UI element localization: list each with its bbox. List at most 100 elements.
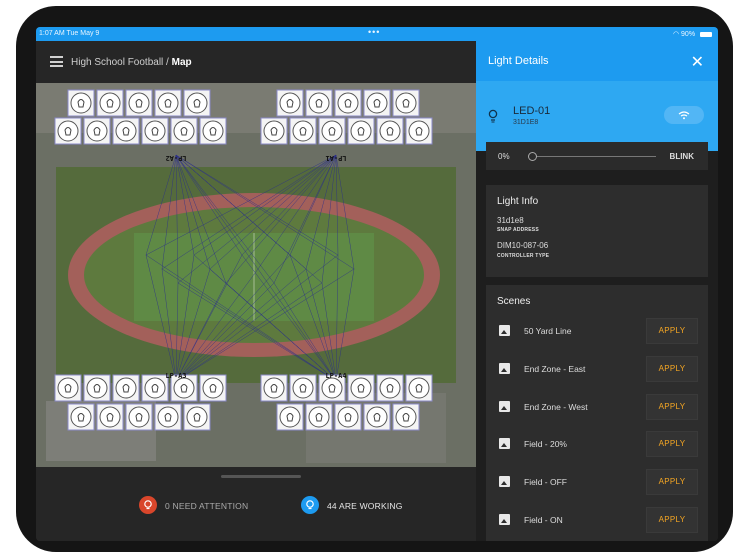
apply-button[interactable]: APPLY	[646, 394, 698, 420]
light-fixture[interactable]	[112, 374, 140, 402]
light-fixture[interactable]	[141, 117, 169, 145]
light-fixture[interactable]	[112, 117, 140, 145]
light-fixture[interactable]	[392, 403, 420, 431]
light-fixture[interactable]	[260, 374, 288, 402]
scene-label: End Zone - East	[524, 364, 586, 374]
light-fixture[interactable]	[376, 374, 404, 402]
light-fixture[interactable]	[54, 117, 82, 145]
image-icon	[499, 438, 510, 449]
scene-label: End Zone - West	[524, 402, 588, 412]
light-fixture[interactable]	[289, 374, 317, 402]
pole-label: LP-A2	[165, 154, 186, 162]
close-icon[interactable]: ✕	[691, 52, 704, 72]
pole-label: LP-A3	[165, 372, 186, 380]
panel-title: Light Details	[488, 55, 549, 67]
light-info-title: Light Info	[497, 196, 539, 207]
light-id: 31D1E8	[513, 119, 539, 126]
light-fixture[interactable]	[405, 374, 433, 402]
app-bar: High School Football / Map	[36, 41, 476, 83]
light-fixture[interactable]	[405, 117, 433, 145]
breadcrumb-current: Map	[171, 57, 192, 68]
slider-thumb[interactable]	[528, 152, 537, 161]
light-name: LED-01	[513, 105, 551, 117]
light-fixture[interactable]	[376, 117, 404, 145]
apply-button[interactable]: APPLY	[646, 469, 698, 495]
panel-header: Light Details ✕	[476, 41, 718, 81]
light-fixture[interactable]	[305, 403, 333, 431]
light-fixture[interactable]	[318, 117, 346, 145]
multitask-dots[interactable]: •••	[368, 27, 380, 37]
battery-percent: 90%	[681, 31, 696, 38]
scene-row: 50 Yard Line APPLY	[486, 316, 708, 344]
apply-button[interactable]: APPLY	[646, 507, 698, 533]
apply-button[interactable]: APPLY	[646, 318, 698, 344]
breadcrumb-parent[interactable]: High School Football	[71, 57, 163, 68]
light-info-card: Light Info 31d1e8 SNAP ADDRESS DIM10-087…	[486, 185, 708, 277]
light-fixture[interactable]	[392, 89, 420, 117]
pole-label: LP-A4	[325, 372, 346, 380]
light-fixture[interactable]	[199, 117, 227, 145]
slider-track[interactable]	[532, 156, 656, 157]
light-fixture[interactable]	[183, 403, 211, 431]
hamburger-menu-icon[interactable]	[50, 56, 63, 67]
scene-label: Field - 20%	[524, 439, 567, 449]
light-fixture[interactable]	[83, 117, 111, 145]
light-fixture[interactable]	[347, 374, 375, 402]
light-fixture[interactable]	[276, 403, 304, 431]
status-summary-bar: 0 NEED ATTENTION 44 ARE WORKING	[36, 467, 476, 541]
light-fixture[interactable]	[363, 89, 391, 117]
light-fixture[interactable]	[67, 403, 95, 431]
light-fixture[interactable]	[289, 117, 317, 145]
wifi-status-icon: ◠	[672, 31, 680, 38]
image-icon	[499, 363, 510, 374]
light-fixture[interactable]	[170, 117, 198, 145]
light-fixture[interactable]	[141, 374, 169, 402]
light-fixture[interactable]	[363, 403, 391, 431]
scene-row: End Zone - East APPLY	[486, 354, 708, 382]
status-battery: ◠ 90%	[673, 30, 712, 38]
snap-address-label: SNAP ADDRESS	[497, 227, 539, 233]
battery-icon	[700, 31, 712, 37]
selected-light[interactable]: LED-01 31D1E8	[476, 81, 718, 151]
snap-address-value: 31d1e8	[497, 216, 524, 225]
light-fixture[interactable]	[276, 89, 304, 117]
drag-handle[interactable]	[221, 475, 301, 478]
light-fixture[interactable]	[334, 89, 362, 117]
status-bar: 1:07 AM Tue May 9 ••• ◠ 90%	[36, 27, 718, 41]
scenes-card: Scenes 50 Yard Line APPLY End Zone - Eas…	[486, 285, 708, 541]
light-fixture[interactable]	[125, 89, 153, 117]
light-fixture[interactable]	[83, 374, 111, 402]
light-fixture[interactable]	[154, 89, 182, 117]
light-fixture[interactable]	[305, 89, 333, 117]
controller-type-value: DIM10-087-06	[497, 241, 549, 250]
image-icon	[499, 514, 510, 525]
dimmer-slider[interactable]: 0% BLINK	[486, 142, 708, 170]
stadium-map[interactable]: LP-A2 LP-A1 LP-A3 LP-A4	[36, 83, 476, 467]
wifi-icon[interactable]	[664, 106, 704, 124]
apply-button[interactable]: APPLY	[646, 431, 698, 457]
working-bulb-icon	[301, 496, 319, 514]
light-fixture[interactable]	[96, 403, 124, 431]
scene-row: Field - OFF APPLY	[486, 467, 708, 495]
map-view: High School Football / Map LP-A2 LP-A1 LP-…	[36, 41, 476, 541]
scene-label: Field - OFF	[524, 477, 567, 487]
dimmer-value: 0%	[498, 152, 510, 161]
light-fixture[interactable]	[125, 403, 153, 431]
breadcrumb-separator: /	[163, 57, 172, 68]
light-fixture[interactable]	[54, 374, 82, 402]
controller-type-label: CONTROLLER TYPE	[497, 253, 550, 259]
scene-label: Field - ON	[524, 515, 563, 525]
light-fixture[interactable]	[154, 403, 182, 431]
scene-row: Field - 20% APPLY	[486, 429, 708, 457]
map-canvas[interactable]: LP-A2 LP-A1 LP-A3 LP-A4	[36, 83, 476, 467]
light-fixture[interactable]	[96, 89, 124, 117]
blink-button[interactable]: BLINK	[670, 152, 694, 161]
light-fixture[interactable]	[347, 117, 375, 145]
light-fixture[interactable]	[334, 403, 362, 431]
light-fixture[interactable]	[199, 374, 227, 402]
apply-button[interactable]: APPLY	[646, 356, 698, 382]
light-fixture[interactable]	[67, 89, 95, 117]
light-fixture[interactable]	[183, 89, 211, 117]
status-time: 1:07 AM Tue May 9	[39, 30, 100, 37]
light-fixture[interactable]	[260, 117, 288, 145]
